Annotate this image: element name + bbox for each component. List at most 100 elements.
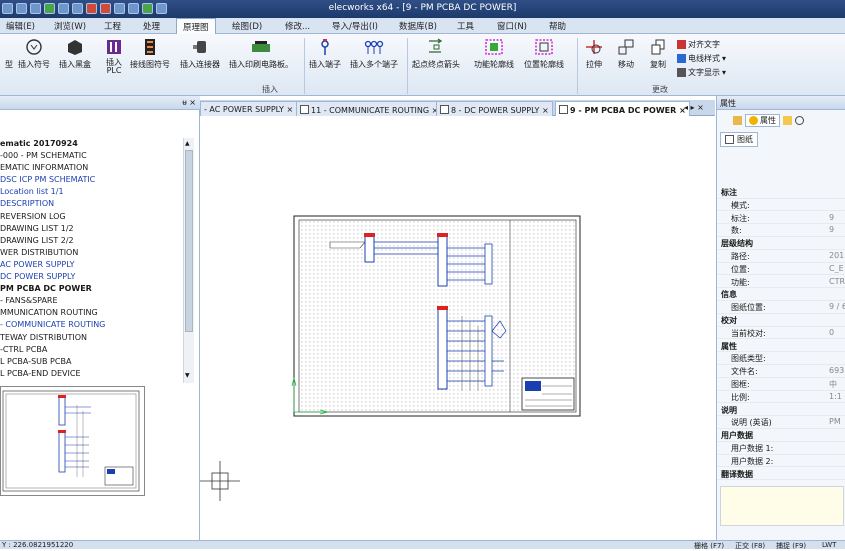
tree-item[interactable]: TEWAY DISTRIBUTION (0, 332, 182, 344)
menu-database[interactable]: 数据库(B) (399, 20, 437, 32)
menu-help[interactable]: 帮助 (549, 20, 566, 32)
property-section[interactable]: 校对 (717, 314, 845, 327)
tree-item[interactable]: -CTRL PCBA (0, 344, 182, 356)
tree-item[interactable]: -000 - PM SCHEMATIC (0, 150, 182, 162)
menu-import-export[interactable]: 导入/导出(I) (332, 20, 378, 32)
property-row[interactable]: 当前校对: 0 (717, 327, 845, 340)
menu-project[interactable]: 工程 (104, 20, 121, 32)
star-icon[interactable] (783, 116, 792, 125)
location-outline-button[interactable]: 位置轮廓线 (524, 38, 564, 70)
property-row[interactable]: 位置: C_E (717, 263, 845, 276)
tree-item[interactable]: DRAWING LIST 2/2 (0, 235, 182, 247)
wire-style-button[interactable]: 电线样式 ▾ (677, 53, 726, 64)
close-icon[interactable]: × (284, 105, 293, 114)
tree-item[interactable]: L PCBA-END DEVICE (0, 368, 182, 380)
arrow-icon (429, 38, 443, 53)
property-row[interactable]: 图纸类型: (717, 352, 845, 365)
menu-view[interactable]: 浏览(W) (54, 20, 86, 32)
property-section[interactable]: 层级结构 (717, 237, 845, 250)
tree-item[interactable]: MMUNICATION ROUTING (0, 307, 182, 319)
insert-plc-button[interactable]: 插入 PLC (104, 38, 124, 75)
align-text-button[interactable]: 对齐文字 (677, 39, 720, 50)
property-key: 翻译数据 (721, 469, 753, 479)
property-row[interactable]: 比例: 1:1 (717, 391, 845, 404)
insert-connector-button[interactable]: 插入连接器 (180, 38, 220, 70)
tree-item[interactable]: WER DISTRIBUTION (0, 247, 182, 259)
tab-properties[interactable]: 属性 (745, 114, 780, 127)
property-row[interactable]: 图框: 中 (717, 378, 845, 391)
insert-terminal-button[interactable]: 插入端子 (309, 38, 341, 70)
lwt-toggle[interactable]: LWT (822, 541, 836, 549)
menu-schematic[interactable]: 原理图 (176, 18, 216, 34)
property-row[interactable]: 用户数据 1: (717, 442, 845, 455)
grid-toggle[interactable]: 栅格 (F7) (694, 541, 724, 551)
tab-document[interactable]: - AC POWER SUPPLY × (200, 101, 298, 116)
property-row[interactable]: 路径: 201 (717, 250, 845, 263)
copy-button[interactable]: 复制 (648, 38, 668, 70)
property-row[interactable]: 文件名: 693 (717, 365, 845, 378)
tree-item[interactable]: EMATIC INFORMATION (0, 162, 182, 174)
pencil-icon[interactable] (733, 116, 742, 125)
tab-document[interactable]: 8 - DC POWER SUPPLY × (436, 101, 553, 116)
drawing-canvas[interactable] (200, 116, 715, 540)
ortho-toggle[interactable]: 正交 (F8) (735, 541, 765, 551)
insert-blackbox-button[interactable]: 插入黑盒 (59, 38, 91, 70)
tree-item[interactable]: DSC ICP PM SCHEMATIC (0, 174, 182, 186)
ribbon-button-cut[interactable]: 型 (0, 38, 19, 70)
menu-draw[interactable]: 绘图(D) (232, 20, 262, 32)
insert-symbol-button[interactable]: 插入符号 (18, 38, 50, 70)
property-section[interactable]: 用户数据 (717, 429, 845, 442)
property-row[interactable]: 说明 (英语) PM (717, 416, 845, 429)
property-section[interactable]: 翻译数据 (717, 468, 845, 481)
property-row[interactable]: 数: 9 (717, 224, 845, 237)
tree-item[interactable]: DESCRIPTION (0, 198, 182, 210)
cut-icon (0, 38, 19, 56)
tree-item[interactable]: L PCBA-SUB PCBA (0, 356, 182, 368)
tree-item[interactable]: PM PCBA DC POWER (0, 283, 182, 295)
tree-item[interactable]: REVERSION LOG (0, 211, 182, 223)
tab-document[interactable]: 9 - PM PCBA DC POWER × (555, 101, 690, 116)
document-tree[interactable]: ematic 20170924 -000 - PM SCHEMATIC EMATIC… (0, 138, 182, 383)
stretch-button[interactable]: 拉伸 (584, 38, 604, 70)
property-row[interactable]: 模式: (717, 199, 845, 212)
property-section[interactable]: 说明 (717, 404, 845, 417)
property-section[interactable]: 标注 (717, 186, 845, 199)
tree-scrollbar[interactable]: ▲ ▼ (183, 138, 194, 383)
tab-scroll-arrows[interactable]: ◂ ▸ × (684, 103, 704, 112)
menu-modify[interactable]: 修改... (285, 20, 310, 32)
schematic-drawing[interactable] (200, 116, 715, 540)
move-button[interactable]: 移动 (616, 38, 636, 70)
panel-pin-close[interactable]: ᵾ × (182, 98, 196, 107)
origin-destination-arrow-button[interactable]: 起点终点箭头 (412, 38, 460, 70)
property-row[interactable]: 标注: 9 (717, 212, 845, 225)
text-display-button[interactable]: 文字显示 ▾ (677, 67, 726, 78)
tree-item[interactable]: Location list 1/1 (0, 186, 182, 198)
scroll-down-icon[interactable]: ▼ (185, 372, 190, 379)
property-row[interactable]: 图纸位置: 9 / 6 (717, 301, 845, 314)
property-row[interactable]: 用户数据 2: (717, 455, 845, 468)
menu-edit[interactable]: 编辑(E) (6, 20, 35, 32)
menu-process[interactable]: 处理 (143, 20, 160, 32)
property-section[interactable]: 信息 (717, 288, 845, 301)
snap-toggle[interactable]: 捕捉 (F9) (776, 541, 806, 551)
insert-multi-terminal-button[interactable]: 插入多个端子 (350, 38, 398, 70)
tree-item[interactable]: AC POWER SUPPLY (0, 259, 182, 271)
menu-tools[interactable]: 工具 (457, 20, 474, 32)
tree-item[interactable]: ematic 20170924 (0, 138, 182, 150)
scroll-thumb[interactable] (185, 150, 193, 332)
sheet-selector[interactable]: 图纸 (720, 132, 758, 147)
wiring-symbol-button[interactable]: 接线图符号 (130, 38, 170, 70)
tree-item[interactable]: - COMMUNICATE ROUTING (0, 319, 182, 331)
tree-item[interactable]: DC POWER SUPPLY (0, 271, 182, 283)
scroll-up-icon[interactable]: ▲ (185, 140, 190, 147)
symbol-tab-icon[interactable] (795, 116, 804, 125)
close-icon[interactable]: × (539, 106, 549, 115)
property-row[interactable]: 功能: CTR (717, 276, 845, 289)
tab-document[interactable]: 11 - COMMUNICATE ROUTING × (296, 101, 443, 116)
property-section[interactable]: 属性 (717, 340, 845, 353)
menu-window[interactable]: 窗口(N) (497, 20, 527, 32)
insert-pcb-button[interactable]: 插入印刷电路板。 (229, 38, 293, 70)
tree-item[interactable]: DRAWING LIST 1/2 (0, 223, 182, 235)
function-outline-button[interactable]: 功能轮廓线 (474, 38, 514, 70)
tree-item[interactable]: - FANS&SPARE (0, 295, 182, 307)
